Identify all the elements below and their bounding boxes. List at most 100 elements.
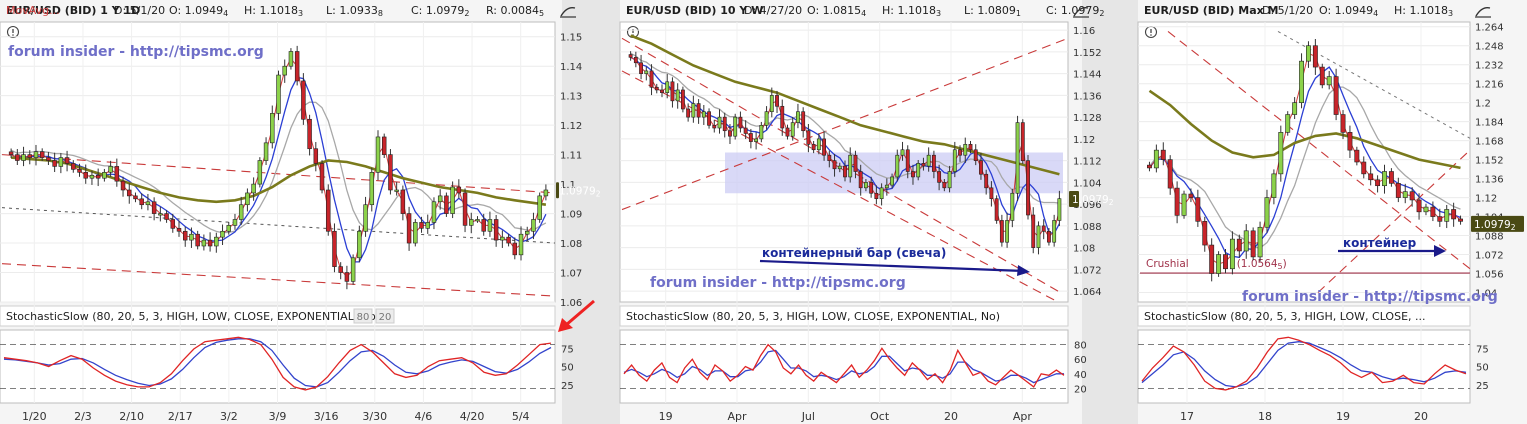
- candle: [413, 219, 418, 247]
- candle-body-up: [232, 219, 238, 226]
- stoch-level-badge-text: 80: [357, 312, 370, 323]
- price-tick-label: 1.09: [560, 210, 582, 221]
- price-tick-label: 1.152: [1073, 48, 1102, 59]
- candle-body-up: [764, 111, 769, 126]
- candle-body-up: [1257, 226, 1263, 258]
- header-high-main: H: 1.1018: [244, 4, 298, 17]
- candle-body-up: [102, 172, 107, 179]
- header-close-main: C: 1.0979: [411, 4, 464, 17]
- candle-body-down: [326, 189, 331, 232]
- candle-body-up: [263, 142, 269, 161]
- candle-body-down: [195, 233, 200, 247]
- stoch-tick-label: 50: [561, 363, 574, 374]
- header-open-main: O: 1.0949: [169, 4, 223, 17]
- candle-body-up: [518, 233, 524, 256]
- candle-body-up: [1382, 171, 1387, 187]
- price-tick-label: 1.184: [1475, 118, 1504, 129]
- stoch-title: StochasticSlow (80, 20, 5, 3, HIGH, LOW,…: [6, 310, 380, 323]
- info-icon[interactable]: [6, 25, 20, 39]
- candle-body-down: [1368, 173, 1374, 181]
- stoch-tick-label: 40: [1074, 370, 1087, 381]
- candle-body-down: [942, 182, 947, 189]
- candle-body-down: [806, 130, 811, 145]
- candle: [326, 184, 331, 236]
- price-tick-label: 1.088: [1073, 222, 1102, 233]
- candle: [1299, 53, 1304, 109]
- last-price-label-sub: 2: [596, 189, 601, 198]
- last-price-label-main: 1.0979: [1072, 194, 1109, 206]
- draw-tool-icon[interactable]: [560, 6, 576, 18]
- candle-body-down: [493, 219, 499, 241]
- candle-body-up: [251, 183, 256, 194]
- time-tick-label: 17: [1180, 410, 1194, 423]
- candle-body-down: [1375, 179, 1381, 187]
- candle-body-down: [294, 51, 300, 82]
- candle-body-down: [628, 54, 633, 58]
- candle-body-up: [1005, 220, 1010, 243]
- candle-body-down: [338, 266, 343, 273]
- price-tick-label: 1.152: [1475, 156, 1504, 167]
- candle-body-up: [375, 136, 381, 173]
- price-tick-label: 1.248: [1475, 42, 1504, 53]
- price-tick-label: 1.11: [560, 151, 582, 162]
- header-open-main: O: 1.0949: [1319, 4, 1373, 17]
- chart-workspace: EUR/USD (BID) 1 Y 1D D: 5/1/20 O: 1.09494 H…: [0, 0, 1527, 424]
- candle-body-down: [999, 220, 1004, 243]
- candle: [357, 225, 362, 263]
- candle-body-down: [1430, 206, 1436, 217]
- header-open-sub: 4: [223, 9, 228, 18]
- candle-body-up: [879, 187, 884, 199]
- candle-body-up: [531, 219, 536, 232]
- price-tick-label: 1.08: [1073, 244, 1095, 255]
- header-close-sub: 2: [1099, 9, 1104, 18]
- candle-body-down: [1347, 132, 1353, 151]
- header-date: D: 5/1/20: [1262, 4, 1313, 17]
- candle: [257, 157, 263, 188]
- candle-body-down: [853, 154, 858, 172]
- candle-body-down: [843, 165, 847, 178]
- price-tick-label: 1.056: [1475, 270, 1504, 281]
- price-tick-label: 1.104: [1073, 178, 1102, 189]
- candle: [1216, 251, 1222, 277]
- watermark-text: forum insider - http://tipsmc.org: [8, 44, 264, 60]
- header-high-main: H: 1.1018: [1394, 4, 1448, 17]
- candle: [350, 254, 356, 285]
- time-tick-label: 20: [944, 410, 958, 423]
- candle-body-down: [182, 230, 188, 241]
- price-tick-label: 1.064: [1073, 287, 1102, 298]
- candle: [1015, 115, 1020, 202]
- candle-body-up: [1243, 230, 1249, 252]
- candle-body-down: [1188, 193, 1194, 198]
- candle-body-down: [95, 174, 101, 179]
- stoch-tick-label: 20: [1074, 384, 1087, 395]
- last-price-label-sub: 2: [1511, 223, 1516, 232]
- candle-body-up: [952, 149, 957, 172]
- candle-body-down: [670, 81, 675, 102]
- candle: [733, 113, 738, 140]
- candle-body-up: [363, 204, 368, 232]
- candle-body-up: [1285, 114, 1291, 133]
- candle: [294, 45, 300, 86]
- candle-body-up: [1264, 197, 1270, 228]
- candle: [680, 86, 685, 113]
- candle-body-down: [973, 149, 978, 161]
- candle-body-up: [450, 186, 455, 214]
- candle-body-up: [58, 157, 64, 167]
- time-tick-label: 4/20: [460, 410, 485, 423]
- header-date: D: 5/1/20: [114, 4, 165, 17]
- candle-body-down: [1147, 164, 1152, 169]
- candle: [301, 73, 306, 125]
- time-tick-label: 2/17: [168, 410, 193, 423]
- candle-body-up: [108, 166, 113, 173]
- info-icon[interactable]: [1144, 25, 1158, 39]
- candle-body-down: [858, 171, 863, 189]
- candle-body-down: [722, 116, 727, 132]
- candle-body-down: [738, 116, 743, 129]
- candle-body-down: [1047, 231, 1051, 243]
- header-low-sub: 1: [1016, 9, 1021, 18]
- candle-body-down: [481, 219, 486, 232]
- candle-body-up: [848, 154, 853, 178]
- header-close-sub: 2: [464, 9, 469, 18]
- candle-body-down: [307, 118, 312, 150]
- candle-body-down: [1340, 114, 1346, 133]
